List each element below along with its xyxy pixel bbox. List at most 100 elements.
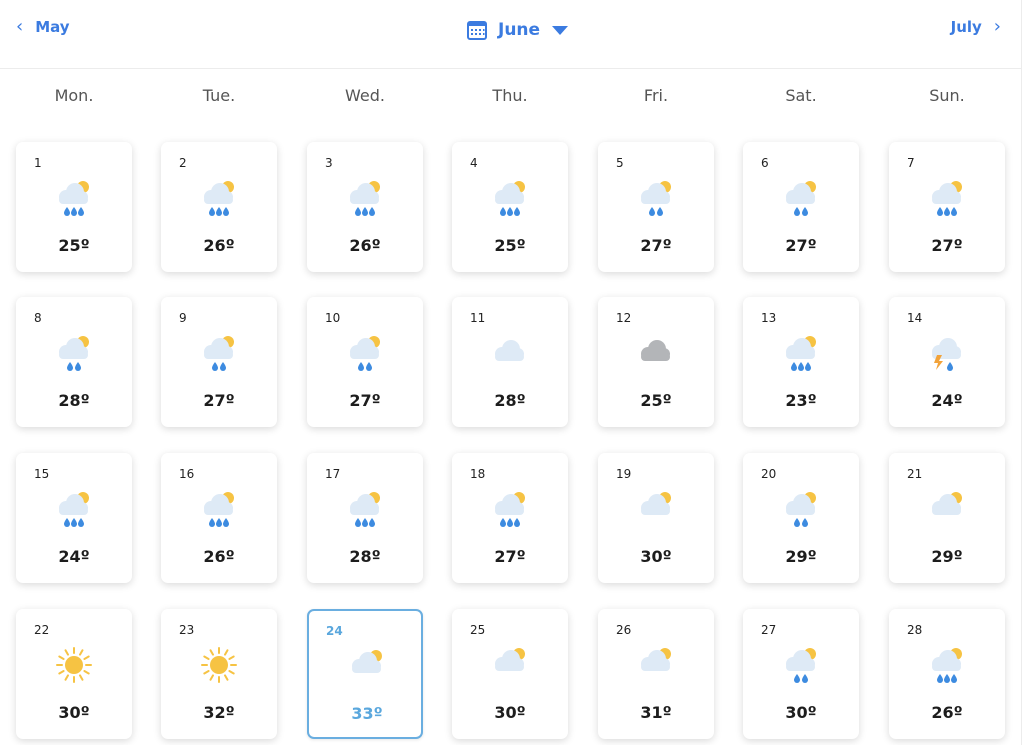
day-number: 6 bbox=[761, 156, 769, 170]
day-cell[interactable]: 19 30º bbox=[598, 453, 714, 583]
day-cell[interactable]: 1 25º bbox=[16, 142, 132, 272]
day-number: 24 bbox=[326, 624, 343, 638]
day-number: 5 bbox=[616, 156, 624, 170]
day-cell[interactable]: 11 28º bbox=[452, 297, 568, 427]
cloud-sun-rain-light-icon bbox=[197, 331, 241, 375]
day-number: 4 bbox=[470, 156, 478, 170]
temperature: 28º bbox=[494, 391, 526, 410]
day-number: 9 bbox=[179, 311, 187, 325]
temperature: 31º bbox=[640, 703, 672, 722]
temperature: 27º bbox=[203, 391, 235, 410]
temperature: 26º bbox=[931, 703, 963, 722]
cloud-sun-icon bbox=[488, 643, 532, 687]
cloud-sun-icon bbox=[634, 643, 678, 687]
day-cell[interactable]: 15 24º bbox=[16, 453, 132, 583]
temperature: 32º bbox=[203, 703, 235, 722]
cloud-sun-rain-heavy-icon bbox=[488, 487, 532, 531]
day-cell[interactable]: 4 25º bbox=[452, 142, 568, 272]
temperature: 27º bbox=[931, 236, 963, 255]
cloud-sun-rain-heavy-icon bbox=[779, 331, 823, 375]
day-number: 26 bbox=[616, 623, 632, 637]
cloud-lightning-rain-icon bbox=[925, 331, 969, 375]
cloud-sun-icon bbox=[634, 487, 678, 531]
day-cell[interactable]: 18 27º bbox=[452, 453, 568, 583]
temperature: 30º bbox=[494, 703, 526, 722]
day-number: 20 bbox=[761, 467, 777, 481]
cloud-sun-rain-light-icon bbox=[52, 331, 96, 375]
day-cell[interactable]: 25 30º bbox=[452, 609, 568, 739]
temperature: 29º bbox=[931, 547, 963, 566]
dark-cloud-icon bbox=[634, 331, 678, 375]
day-number: 12 bbox=[616, 311, 632, 325]
day-number: 10 bbox=[325, 311, 341, 325]
day-number: 25 bbox=[470, 623, 486, 637]
cloud-sun-rain-heavy-icon bbox=[52, 176, 96, 220]
temperature: 27º bbox=[349, 391, 381, 410]
day-cell[interactable]: 28 26º bbox=[889, 609, 1005, 739]
day-cell[interactable]: 10 27º bbox=[307, 297, 423, 427]
day-cell[interactable]: 2 26º bbox=[161, 142, 277, 272]
temperature: 25º bbox=[640, 391, 672, 410]
day-cell[interactable]: 8 28º bbox=[16, 297, 132, 427]
day-number: 8 bbox=[34, 311, 42, 325]
cloud-sun-icon bbox=[925, 487, 969, 531]
day-number: 3 bbox=[325, 156, 333, 170]
cloud-sun-rain-heavy-icon bbox=[343, 176, 387, 220]
cloud-icon bbox=[488, 331, 532, 375]
day-cell[interactable]: 3 26º bbox=[307, 142, 423, 272]
temperature: 23º bbox=[785, 391, 817, 410]
cloud-sun-rain-light-icon bbox=[343, 331, 387, 375]
day-number: 14 bbox=[907, 311, 923, 325]
day-cell[interactable]: 24 33º bbox=[307, 609, 423, 739]
temperature: 30º bbox=[640, 547, 672, 566]
day-cell[interactable]: 13 23º bbox=[743, 297, 859, 427]
temperature: 26º bbox=[203, 236, 235, 255]
day-cell[interactable]: 12 25º bbox=[598, 297, 714, 427]
temperature: 24º bbox=[58, 547, 90, 566]
day-cell[interactable]: 17 28º bbox=[307, 453, 423, 583]
day-number: 2 bbox=[179, 156, 187, 170]
cloud-sun-rain-light-icon bbox=[634, 176, 678, 220]
day-cell[interactable]: 21 29º bbox=[889, 453, 1005, 583]
temperature: 26º bbox=[203, 547, 235, 566]
temperature: 26º bbox=[349, 236, 381, 255]
day-cell[interactable]: 5 27º bbox=[598, 142, 714, 272]
day-cell[interactable]: 14 24º bbox=[889, 297, 1005, 427]
day-number: 23 bbox=[179, 623, 195, 637]
temperature: 25º bbox=[494, 236, 526, 255]
cloud-sun-rain-light-icon bbox=[779, 487, 823, 531]
sun-icon bbox=[52, 643, 96, 687]
day-number: 22 bbox=[34, 623, 50, 637]
day-number: 1 bbox=[34, 156, 42, 170]
day-number: 17 bbox=[325, 467, 341, 481]
temperature: 24º bbox=[931, 391, 963, 410]
day-number: 28 bbox=[907, 623, 923, 637]
temperature: 25º bbox=[58, 236, 90, 255]
day-number: 13 bbox=[761, 311, 777, 325]
temperature: 29º bbox=[785, 547, 817, 566]
day-cell[interactable]: 7 27º bbox=[889, 142, 1005, 272]
day-cell[interactable]: 22 30º bbox=[16, 609, 132, 739]
day-number: 18 bbox=[470, 467, 486, 481]
day-number: 11 bbox=[470, 311, 486, 325]
day-cell[interactable]: 16 26º bbox=[161, 453, 277, 583]
cloud-sun-rain-light-icon bbox=[779, 643, 823, 687]
day-number: 27 bbox=[761, 623, 777, 637]
day-cell[interactable]: 26 31º bbox=[598, 609, 714, 739]
day-cell[interactable]: 23 32º bbox=[161, 609, 277, 739]
day-number: 19 bbox=[616, 467, 632, 481]
cloud-sun-rain-heavy-icon bbox=[488, 176, 532, 220]
day-cell[interactable]: 27 30º bbox=[743, 609, 859, 739]
day-cell[interactable]: 20 29º bbox=[743, 453, 859, 583]
temperature: 30º bbox=[58, 703, 90, 722]
day-cell[interactable]: 6 27º bbox=[743, 142, 859, 272]
temperature: 27º bbox=[640, 236, 672, 255]
temperature: 28º bbox=[349, 547, 381, 566]
calendar-grid: 1 25º 2 26º 3 26º 4 25º 5 27º 6 27º 7 27… bbox=[0, 0, 1021, 745]
day-cell[interactable]: 9 27º bbox=[161, 297, 277, 427]
sun-icon bbox=[197, 643, 241, 687]
temperature: 33º bbox=[351, 704, 383, 723]
day-number: 15 bbox=[34, 467, 50, 481]
cloud-sun-rain-light-icon bbox=[779, 176, 823, 220]
cloud-sun-rain-heavy-icon bbox=[197, 176, 241, 220]
